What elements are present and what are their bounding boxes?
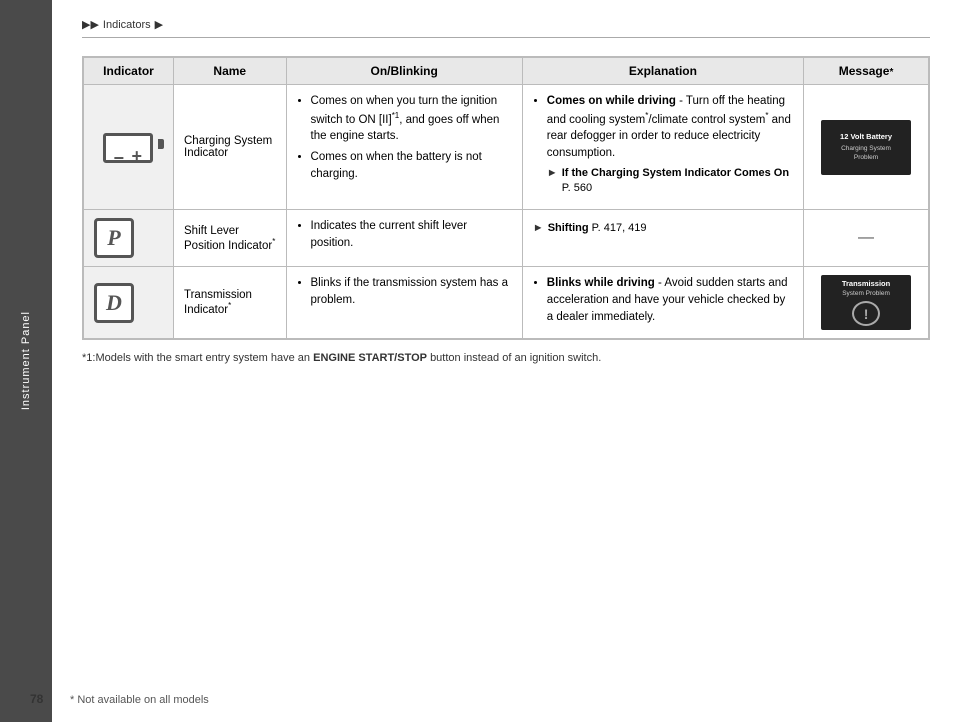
explanation-cell-charging: Comes on while driving - Turn off the he… xyxy=(522,85,803,210)
battery-icon: − + xyxy=(103,129,155,163)
ref-text-charging: If the Charging System Indicator Comes O… xyxy=(562,166,793,198)
col-header-indicator: Indicator xyxy=(84,58,174,85)
warning-icon-trans: ! xyxy=(852,301,880,326)
ref-arrow-charging: ► xyxy=(547,166,558,182)
msg-subtitle-trans: System Problem xyxy=(842,290,890,297)
message-cell-trans: Transmission System Problem ! xyxy=(804,267,929,339)
msg-title-trans: Transmission xyxy=(842,279,890,288)
sidebar: Instrument Panel xyxy=(0,0,52,722)
ref-link-shift: ► Shifting P. 417, 419 xyxy=(533,222,793,234)
warning-exclamation: ! xyxy=(864,306,869,322)
on-blinking-cell-trans: Blinks if the transmission system has a … xyxy=(286,267,522,339)
on-blinking-list-shift: Indicates the current shift lever positi… xyxy=(297,218,512,251)
explanation-bold-charging: Comes on while driving xyxy=(547,95,676,107)
battery-plus-symbol: + xyxy=(132,147,143,165)
col-header-message: Message* xyxy=(804,58,929,85)
breadcrumb-arrow2: ▶ xyxy=(155,18,163,31)
col-header-on-blinking: On/Blinking xyxy=(286,58,522,85)
ref-arrow-shift: ► xyxy=(533,222,544,234)
explanation-cell-shift: ► Shifting P. 417, 419 xyxy=(522,210,803,267)
ref-text-shift: Shifting P. 417, 419 xyxy=(548,222,647,234)
message-thumb-trans: Transmission System Problem ! xyxy=(821,275,911,330)
breadcrumb-arrows: ▶▶ xyxy=(82,18,99,31)
message-thumb-charging: 12 Volt Battery Charging System Problem xyxy=(821,120,911,175)
ref-link-charging: ► If the Charging System Indicator Comes… xyxy=(547,166,793,198)
msg-subtitle-charging: Charging System xyxy=(841,144,891,153)
indicator-name-shift: Shift Lever Position Indicator* xyxy=(184,225,275,252)
shift-p-indicator: P xyxy=(94,218,134,258)
explanation-cell-trans: Blinks while driving - Avoid sudden star… xyxy=(522,267,803,339)
list-item: Blinks while driving - Avoid sudden star… xyxy=(547,275,793,325)
msg-title-charging: 12 Volt Battery xyxy=(840,132,892,143)
msg-body-charging: Problem xyxy=(854,153,878,162)
list-item: Indicates the current shift lever positi… xyxy=(311,218,512,251)
indicator-cell-battery: − + xyxy=(84,85,174,210)
on-blinking-cell-shift: Indicates the current shift lever positi… xyxy=(286,210,522,267)
explanation-list-charging: Comes on while driving - Turn off the he… xyxy=(533,93,793,197)
battery-terminal xyxy=(158,139,164,149)
breadcrumb: ▶▶ Indicators ▶ xyxy=(82,18,930,38)
main-content: ▶▶ Indicators ▶ Indicator Name On/Blinki… xyxy=(52,0,960,722)
footnote-bottom: * Not available on all models xyxy=(70,694,209,706)
list-item: Comes on while driving - Turn off the he… xyxy=(547,93,793,197)
on-blinking-list-charging: Comes on when you turn the ignition swit… xyxy=(297,93,512,182)
table-row: D Transmission Indicator* Blinks if the … xyxy=(84,267,929,339)
footnote-suffix: button instead of an ignition switch. xyxy=(430,352,601,364)
list-item: Comes on when the battery is not chargin… xyxy=(311,149,512,182)
col-header-name: Name xyxy=(174,58,287,85)
on-blinking-cell-charging: Comes on when you turn the ignition swit… xyxy=(286,85,522,210)
footnote-text: *1:Models with the smart entry system ha… xyxy=(82,352,930,364)
trans-d-indicator: D xyxy=(94,283,134,323)
footnote-bottom-text: * Not available on all models xyxy=(70,694,209,706)
name-cell-charging: Charging System Indicator xyxy=(174,85,287,210)
name-cell-trans: Transmission Indicator* xyxy=(174,267,287,339)
indicator-cell-trans: D xyxy=(84,267,174,339)
table-row: P Shift Lever Position Indicator* Indica… xyxy=(84,210,929,267)
indicator-name-trans: Transmission Indicator* xyxy=(184,289,252,316)
table-row: − + Charging System Indicator Comes on w… xyxy=(84,85,929,210)
page-number: 78 xyxy=(30,692,43,706)
breadcrumb-item1: Indicators xyxy=(103,19,151,31)
col-header-explanation: Explanation xyxy=(522,58,803,85)
on-blinking-list-trans: Blinks if the transmission system has a … xyxy=(297,275,512,308)
list-item: Comes on when you turn the ignition swit… xyxy=(311,93,512,145)
list-item: Blinks if the transmission system has a … xyxy=(311,275,512,308)
footnote-prefix: *1:Models with the smart entry system ha… xyxy=(82,352,313,364)
explanation-list-trans: Blinks while driving - Avoid sudden star… xyxy=(533,275,793,325)
message-cell-shift: — xyxy=(804,210,929,267)
sidebar-label: Instrument Panel xyxy=(20,311,32,410)
battery-body: − + xyxy=(103,133,153,163)
name-cell-shift: Shift Lever Position Indicator* xyxy=(174,210,287,267)
battery-minus-symbol: − xyxy=(114,149,125,167)
message-cell-charging: 12 Volt Battery Charging System Problem xyxy=(804,85,929,210)
message-dash-shift: — xyxy=(858,229,874,246)
explanation-bold-trans: Blinks while driving xyxy=(547,277,655,289)
footnote-engine-start: ENGINE START/STOP xyxy=(313,352,427,364)
indicators-table: Indicator Name On/Blinking Explanation M… xyxy=(82,56,930,340)
indicator-name-charging: Charging System Indicator xyxy=(184,135,272,159)
page-num-value: 78 xyxy=(30,692,43,706)
indicator-cell-shift: P xyxy=(84,210,174,267)
